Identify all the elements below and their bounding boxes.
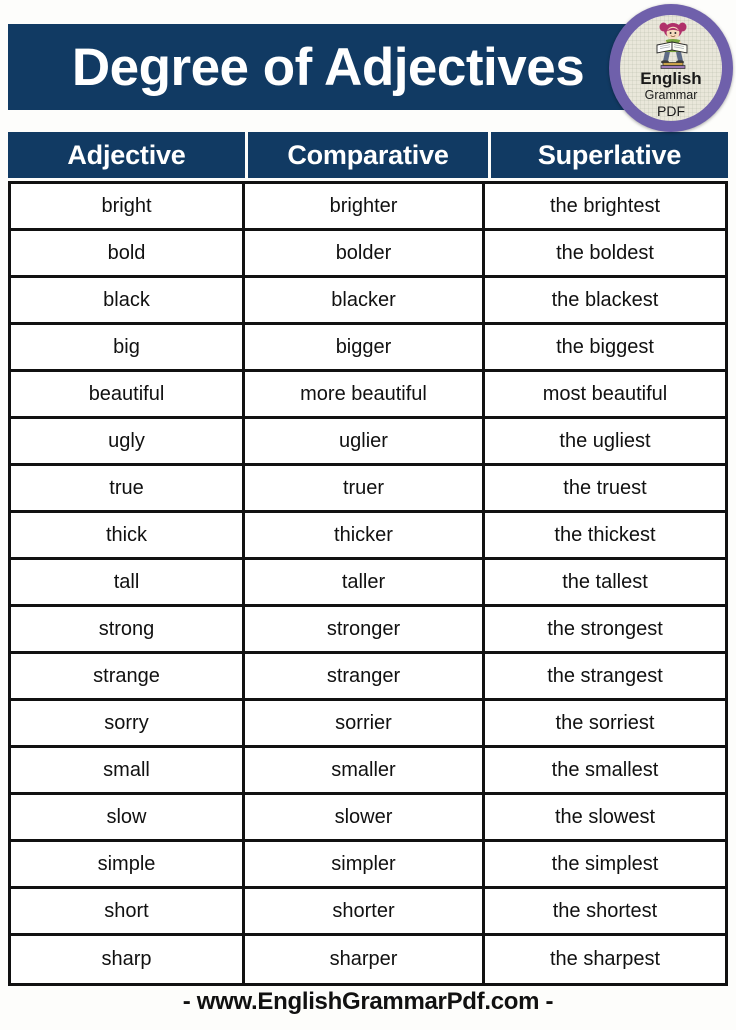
table-row: short shorter the shortest — [11, 889, 725, 936]
table-cell: stranger — [245, 654, 485, 701]
table-cell: shorter — [245, 889, 485, 936]
table-row: black blacker the blackest — [11, 278, 725, 325]
table-cell: sorrier — [245, 701, 485, 748]
table-cell: more beautiful — [245, 372, 485, 419]
table-cell: ugly — [11, 419, 245, 466]
table-cell: strange — [11, 654, 245, 701]
table-cell: beautiful — [11, 372, 245, 419]
table-cell: the sharpest — [485, 936, 725, 983]
table-cell: small — [11, 748, 245, 795]
column-header-superlative: Superlative — [491, 132, 728, 178]
brand-badge-face: English Grammar PDF — [620, 15, 722, 121]
table-cell: the slowest — [485, 795, 725, 842]
table-row: strong stronger the strongest — [11, 607, 725, 654]
table-cell: sharper — [245, 936, 485, 983]
badge-line-pdf: PDF — [657, 102, 685, 119]
footer-website: - www.EnglishGrammarPdf.com - — [182, 988, 554, 1015]
table-cell: the strongest — [485, 607, 725, 654]
table-cell: the strangest — [485, 654, 725, 701]
table-row: sharp sharper the sharpest — [11, 936, 725, 983]
table-row: true truer the truest — [11, 466, 725, 513]
table-cell: most beautiful — [485, 372, 725, 419]
table-cell: bigger — [245, 325, 485, 372]
table-cell: the sorriest — [485, 701, 725, 748]
student-reading-book-icon — [656, 22, 688, 69]
badge-line-grammar: Grammar — [644, 88, 698, 102]
table-cell: taller — [245, 560, 485, 607]
table-cell: the blackest — [485, 278, 725, 325]
table-row: ugly uglier the ugliest — [11, 419, 725, 466]
table-cell: sorry — [11, 701, 245, 748]
table-cell: black — [11, 278, 245, 325]
table-row: simple simpler the simplest — [11, 842, 725, 889]
table-cell: strong — [11, 607, 245, 654]
table-row: tall taller the tallest — [11, 560, 725, 607]
page-title: Degree of Adjectives — [71, 37, 585, 97]
table-cell: tall — [11, 560, 245, 607]
badge-line-english: English — [640, 69, 702, 88]
table-cell: simpler — [245, 842, 485, 889]
table-cell: thick — [11, 513, 245, 560]
table-cell: smaller — [245, 748, 485, 795]
column-header-comparative: Comparative — [248, 132, 488, 178]
table-cell: uglier — [245, 419, 485, 466]
table-row: strange stranger the strangest — [11, 654, 725, 701]
table-cell: slower — [245, 795, 485, 842]
table-row: big bigger the biggest — [11, 325, 725, 372]
table-cell: the ugliest — [485, 419, 725, 466]
table-cell: big — [11, 325, 245, 372]
table-cell: thicker — [245, 513, 485, 560]
table-row: sorry sorrier the sorriest — [11, 701, 725, 748]
table-row: slow slower the slowest — [11, 795, 725, 842]
table-cell: truer — [245, 466, 485, 513]
table-cell: bright — [11, 184, 245, 231]
table-row: bold bolder the boldest — [11, 231, 725, 278]
table-cell: the thickest — [485, 513, 725, 560]
table-cell: blacker — [245, 278, 485, 325]
adjective-degrees-table: Adjective Comparative Superlative bright… — [8, 132, 728, 986]
table-header-row: Adjective Comparative Superlative — [8, 132, 728, 178]
table-cell: the tallest — [485, 560, 725, 607]
table-row: bright brighter the brightest — [11, 184, 725, 231]
table-cell: the truest — [485, 466, 725, 513]
table-cell: the shortest — [485, 889, 725, 936]
table-cell: stronger — [245, 607, 485, 654]
table-cell: slow — [11, 795, 245, 842]
table-cell: the smallest — [485, 748, 725, 795]
table-body: bright brighter the brightest bold bolder the… — [8, 181, 728, 986]
brand-badge: English Grammar PDF — [609, 4, 733, 132]
table-cell: the brightest — [485, 184, 725, 231]
table-cell: the biggest — [485, 325, 725, 372]
table-row: thick thicker the thickest — [11, 513, 725, 560]
table-cell: sharp — [11, 936, 245, 983]
title-bar: Degree of Adjectives — [8, 24, 648, 110]
table-cell: bolder — [245, 231, 485, 278]
column-header-adjective: Adjective — [8, 132, 245, 178]
table-cell: the simplest — [485, 842, 725, 889]
table-row: beautiful more beautiful most beautiful — [11, 372, 725, 419]
table-cell: true — [11, 466, 245, 513]
table-cell: the boldest — [485, 231, 725, 278]
table-row: small smaller the smallest — [11, 748, 725, 795]
table-cell: brighter — [245, 184, 485, 231]
table-cell: bold — [11, 231, 245, 278]
table-cell: short — [11, 889, 245, 936]
table-cell: simple — [11, 842, 245, 889]
